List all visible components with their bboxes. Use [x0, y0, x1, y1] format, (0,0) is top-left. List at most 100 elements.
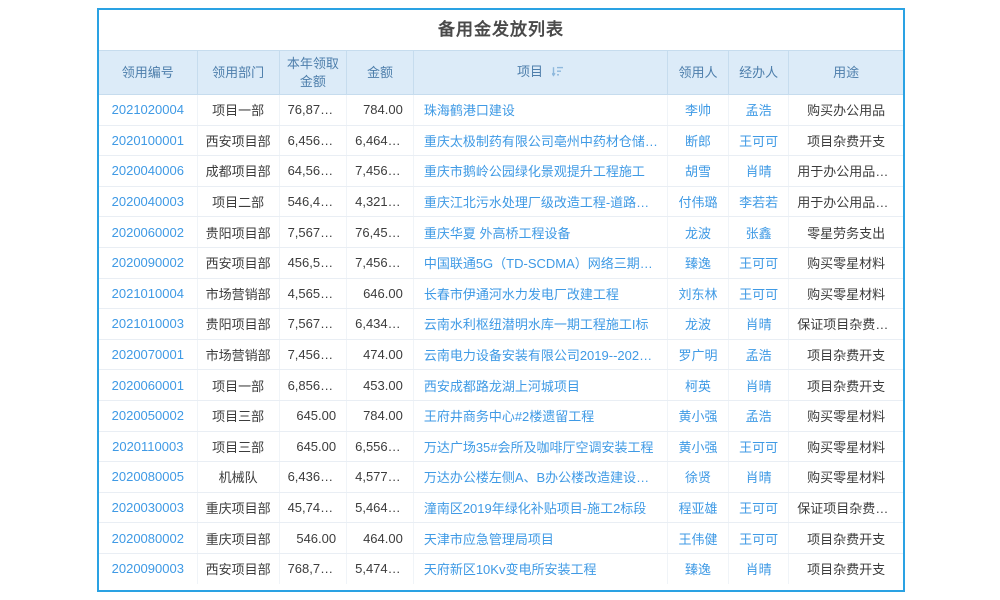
cell-project-link[interactable]: 中国联通5G（TD-SCDMA）网络三期四川工程	[413, 247, 667, 278]
cell-handler-link[interactable]: 张鑫	[729, 217, 789, 248]
cell-handler-link[interactable]: 肖晴	[729, 553, 789, 584]
cell-handler-link[interactable]: 孟浩	[729, 400, 789, 431]
cell-amount: 6,556.00	[347, 431, 414, 462]
cell-department: 贵阳项目部	[197, 309, 279, 340]
cell-requisition-id[interactable]: 2020060002	[99, 217, 197, 248]
cell-handler-link[interactable]: 王可可	[729, 247, 789, 278]
column-header-year-amount: 本年领取金额	[279, 51, 347, 95]
cell-year-amount: 456,546.00	[279, 247, 347, 278]
cell-requisition-id[interactable]: 2020080002	[99, 523, 197, 554]
cell-recipient-link[interactable]: 臻逸	[667, 247, 728, 278]
cell-requisition-id[interactable]: 2020050002	[99, 400, 197, 431]
cell-requisition-id[interactable]: 2020090003	[99, 553, 197, 584]
cell-department: 项目一部	[197, 95, 279, 126]
cell-requisition-id[interactable]: 2021010003	[99, 309, 197, 340]
cell-handler-link[interactable]: 孟浩	[729, 95, 789, 126]
cell-year-amount: 768,768.00	[279, 553, 347, 584]
cell-purpose: 保证项目杂费开支	[789, 309, 903, 340]
cell-purpose: 购买零星材料	[789, 278, 903, 309]
table-row: 2020070001市场营销部7,456.00474.00云南电力设备安装有限公…	[99, 339, 903, 370]
cell-requisition-id[interactable]: 2020040006	[99, 156, 197, 187]
cell-recipient-link[interactable]: 臻逸	[667, 553, 728, 584]
cell-recipient-link[interactable]: 王伟健	[667, 523, 728, 554]
cell-recipient-link[interactable]: 胡雪	[667, 156, 728, 187]
cell-project-link[interactable]: 长春市伊通河水力发电厂改建工程	[413, 278, 667, 309]
cell-handler-link[interactable]: 王可可	[729, 278, 789, 309]
cell-project-link[interactable]: 重庆华夏 外高桥工程设备	[413, 217, 667, 248]
cell-project-link[interactable]: 重庆市鹅岭公园绿化景观提升工程施工	[413, 156, 667, 187]
table-row: 2020110003项目三部645.006,556.00万达广场35#会所及咖啡…	[99, 431, 903, 462]
cell-project-link[interactable]: 天府新区10Kv变电所安装工程	[413, 553, 667, 584]
cell-recipient-link[interactable]: 徐贤	[667, 462, 728, 493]
column-header-requisition-id: 领用编号	[99, 51, 197, 95]
sort-amount-icon[interactable]	[552, 64, 564, 82]
table-row: 2020090003西安项目部768,768.005,474.00天府新区10K…	[99, 553, 903, 584]
cell-handler-link[interactable]: 肖晴	[729, 309, 789, 340]
cell-handler-link[interactable]: 孟浩	[729, 339, 789, 370]
cell-amount: 5,474.00	[347, 553, 414, 584]
cell-recipient-link[interactable]: 程亚雄	[667, 492, 728, 523]
table-row: 2020050002项目三部645.00784.00王府井商务中心#2楼遗留工程…	[99, 400, 903, 431]
cell-recipient-link[interactable]: 龙波	[667, 217, 728, 248]
cell-requisition-id[interactable]: 2020110003	[99, 431, 197, 462]
cell-recipient-link[interactable]: 柯英	[667, 370, 728, 401]
cell-project-link[interactable]: 云南电力设备安装有限公司2019--2020年度劳...	[413, 339, 667, 370]
cell-recipient-link[interactable]: 罗广明	[667, 339, 728, 370]
cell-recipient-link[interactable]: 黄小强	[667, 400, 728, 431]
cell-requisition-id[interactable]: 2020100001	[99, 125, 197, 156]
cell-project-link[interactable]: 重庆太极制药有限公司亳州中药材仓储物流基...	[413, 125, 667, 156]
cell-handler-link[interactable]: 肖晴	[729, 156, 789, 187]
cell-handler-link[interactable]: 肖晴	[729, 370, 789, 401]
cell-recipient-link[interactable]: 黄小强	[667, 431, 728, 462]
cell-recipient-link[interactable]: 李帅	[667, 95, 728, 126]
table-body: 2021020004项目一部76,876.00784.00珠海鹤港口建设李帅孟浩…	[99, 95, 903, 585]
cell-amount: 464.00	[347, 523, 414, 554]
cell-year-amount: 64,565.00	[279, 156, 347, 187]
cell-recipient-link[interactable]: 龙波	[667, 309, 728, 340]
cell-handler-link[interactable]: 王可可	[729, 492, 789, 523]
cell-department: 西安项目部	[197, 125, 279, 156]
cell-year-amount: 6,456.00	[279, 125, 347, 156]
cell-project-link[interactable]: 天津市应急管理局项目	[413, 523, 667, 554]
table-row: 2021020004项目一部76,876.00784.00珠海鹤港口建设李帅孟浩…	[99, 95, 903, 126]
cell-project-link[interactable]: 重庆江北污水处理厂级改造工程-道路修复工程	[413, 186, 667, 217]
cell-project-link[interactable]: 王府井商务中心#2楼遗留工程	[413, 400, 667, 431]
cell-handler-link[interactable]: 王可可	[729, 125, 789, 156]
cell-handler-link[interactable]: 肖晴	[729, 462, 789, 493]
cell-requisition-id[interactable]: 2020080005	[99, 462, 197, 493]
cell-project-link[interactable]: 云南水利枢纽潜明水库一期工程施工I标	[413, 309, 667, 340]
cell-amount: 453.00	[347, 370, 414, 401]
cell-requisition-id[interactable]: 2020030003	[99, 492, 197, 523]
petty-cash-table: 领用编号 领用部门 本年领取金额 金额 项目	[99, 50, 903, 584]
cell-department: 市场营销部	[197, 278, 279, 309]
cell-project-link[interactable]: 珠海鹤港口建设	[413, 95, 667, 126]
column-header-label: 金额	[367, 65, 393, 80]
cell-requisition-id[interactable]: 2020090002	[99, 247, 197, 278]
cell-requisition-id[interactable]: 2020040003	[99, 186, 197, 217]
cell-project-link[interactable]: 潼南区2019年绿化补贴项目-施工2标段	[413, 492, 667, 523]
cell-department: 项目三部	[197, 431, 279, 462]
column-header-handler: 经办人	[729, 51, 789, 95]
cell-project-link[interactable]: 万达办公楼左侧A、B办公楼改造建设工程	[413, 462, 667, 493]
cell-requisition-id[interactable]: 2020070001	[99, 339, 197, 370]
cell-handler-link[interactable]: 王可可	[729, 431, 789, 462]
cell-department: 重庆项目部	[197, 492, 279, 523]
table-row: 2021010003贵阳项目部7,567.006,434.00云南水利枢纽潜明水…	[99, 309, 903, 340]
cell-recipient-link[interactable]: 刘东林	[667, 278, 728, 309]
cell-requisition-id[interactable]: 2021020004	[99, 95, 197, 126]
cell-handler-link[interactable]: 王可可	[729, 523, 789, 554]
cell-recipient-link[interactable]: 付伟璐	[667, 186, 728, 217]
cell-project-link[interactable]: 万达广场35#会所及咖啡厅空调安装工程	[413, 431, 667, 462]
table-row: 2020080005机械队6,436.004,577.00万达办公楼左侧A、B办…	[99, 462, 903, 493]
cell-handler-link[interactable]: 李若若	[729, 186, 789, 217]
column-header-department: 领用部门	[197, 51, 279, 95]
cell-department: 项目二部	[197, 186, 279, 217]
column-header-project[interactable]: 项目	[413, 51, 667, 95]
cell-requisition-id[interactable]: 2020060001	[99, 370, 197, 401]
cell-purpose: 购买零星材料	[789, 400, 903, 431]
cell-requisition-id[interactable]: 2021010004	[99, 278, 197, 309]
cell-project-link[interactable]: 西安成都路龙湖上河城项目	[413, 370, 667, 401]
cell-recipient-link[interactable]: 断郎	[667, 125, 728, 156]
cell-year-amount: 6,436.00	[279, 462, 347, 493]
cell-amount: 784.00	[347, 95, 414, 126]
